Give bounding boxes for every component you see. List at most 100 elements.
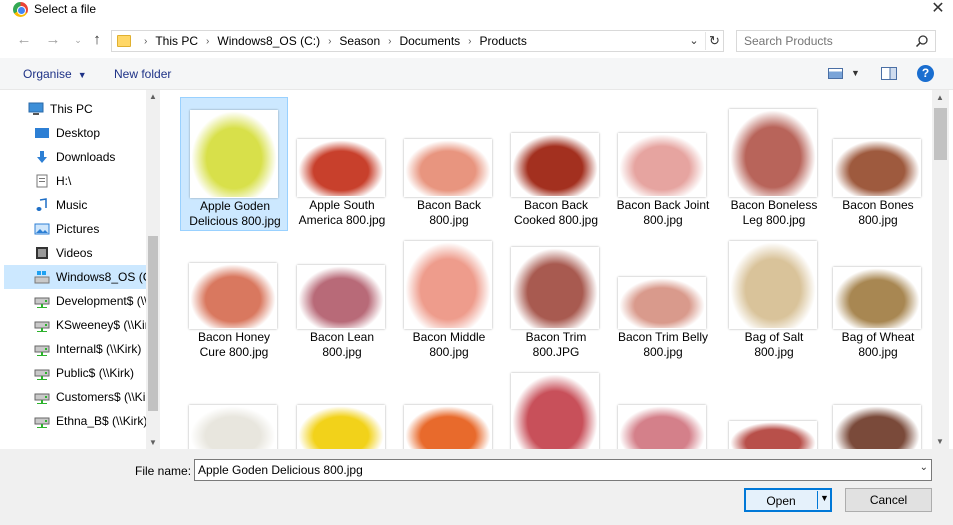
file-name-combobox[interactable]: ⌄ bbox=[194, 459, 932, 481]
sidebar-item[interactable]: This PC bbox=[4, 97, 146, 121]
file-item[interactable]: Bag of Salt 800.jpg bbox=[720, 229, 828, 363]
file-item[interactable]: Bacon Trim 800.JPG bbox=[502, 229, 610, 363]
sidebar-item[interactable]: Ethna_B$ (\\Kirk) bbox=[4, 409, 146, 433]
file-item[interactable]: Bacon Back Joint 800.jpg bbox=[609, 97, 717, 231]
sidebar-item[interactable]: Desktop bbox=[4, 121, 146, 145]
scroll-up-icon[interactable]: ▲ bbox=[149, 92, 157, 101]
image-thumbnail bbox=[189, 405, 277, 449]
search-input[interactable] bbox=[737, 31, 913, 51]
file-name-line: 800.jpg bbox=[322, 345, 362, 359]
sidebar-item[interactable]: Downloads bbox=[4, 145, 146, 169]
file-name-dropdown-icon[interactable]: ⌄ bbox=[920, 462, 928, 473]
scroll-up-icon[interactable]: ▲ bbox=[936, 93, 944, 102]
file-name-line: Bacon Back bbox=[416, 198, 482, 212]
sidebar-item[interactable]: Customers$ (\\Kirk) bbox=[4, 385, 146, 409]
file-name-line: Bacon Bones bbox=[842, 198, 914, 212]
address-bar[interactable]: › This PC › Windows8_OS (C:) › Season › Documen… bbox=[111, 30, 724, 52]
breadcrumb-separator-icon[interactable]: › bbox=[468, 36, 471, 47]
file-item[interactable]: Bacon Honey Cure 800.jpg bbox=[180, 229, 288, 363]
music-icon bbox=[36, 198, 47, 211]
sidebar-item[interactable]: Videos bbox=[4, 241, 146, 265]
file-list-scroll-thumb[interactable] bbox=[934, 108, 947, 160]
file-item[interactable] bbox=[609, 361, 717, 449]
breadcrumb-item[interactable]: Products bbox=[480, 34, 527, 48]
network-drive-icon bbox=[34, 321, 50, 332]
file-item[interactable]: Bacon Trim Belly 800.jpg bbox=[609, 229, 717, 363]
file-item[interactable] bbox=[502, 361, 610, 449]
breadcrumb-separator-icon[interactable]: › bbox=[206, 36, 209, 47]
search-box[interactable] bbox=[736, 30, 936, 52]
file-item[interactable]: Bacon Back 800.jpg bbox=[395, 97, 503, 231]
file-name-input[interactable] bbox=[195, 460, 910, 480]
breadcrumb-item[interactable]: This PC bbox=[155, 34, 198, 48]
file-item[interactable] bbox=[180, 361, 288, 449]
preview-pane-icon[interactable] bbox=[881, 67, 897, 80]
sidebar-item[interactable]: Internal$ (\\Kirk) bbox=[4, 337, 146, 361]
new-folder-button[interactable]: New folder bbox=[114, 67, 171, 81]
sidebar-item[interactable]: KSweeney$ (\\Kirk) bbox=[4, 313, 146, 337]
address-history-chevron-icon[interactable]: ⌄ bbox=[685, 32, 703, 50]
view-options-caret-icon[interactable]: ▼ bbox=[851, 68, 860, 78]
breadcrumb-item[interactable]: Documents bbox=[399, 34, 460, 48]
sidebar-item-label: H:\ bbox=[56, 174, 72, 188]
image-thumbnail bbox=[833, 267, 921, 329]
file-item[interactable] bbox=[395, 361, 503, 449]
downloads-icon bbox=[37, 151, 47, 163]
network-drive-icon bbox=[34, 369, 50, 380]
file-item[interactable]: Bacon Lean 800.jpg bbox=[288, 229, 396, 363]
file-item[interactable] bbox=[720, 361, 828, 449]
file-thumbnail-frame bbox=[724, 365, 822, 449]
file-item[interactable]: Bacon Back Cooked 800.jpg bbox=[502, 97, 610, 231]
change-view-icon[interactable] bbox=[828, 68, 843, 79]
organise-button[interactable]: Organise ▼ bbox=[23, 67, 87, 81]
navigation-pane: This PC Desktop Downloads H:\ Music Pictures V… bbox=[4, 90, 160, 449]
close-button[interactable]: ✕ bbox=[923, 0, 953, 20]
back-arrow-icon[interactable]: ← bbox=[14, 30, 34, 52]
breadcrumb-separator-icon[interactable]: › bbox=[388, 36, 391, 47]
file-thumbnail-frame bbox=[613, 101, 711, 197]
file-item[interactable] bbox=[824, 361, 932, 449]
open-button[interactable]: Open ▼ bbox=[744, 488, 832, 512]
open-button-label: Open bbox=[766, 494, 796, 508]
sidebar-item[interactable]: Windows8_OS (C:) bbox=[4, 265, 146, 289]
scroll-down-icon[interactable]: ▼ bbox=[149, 438, 157, 447]
image-thumbnail bbox=[618, 405, 706, 449]
refresh-icon[interactable]: ↻ bbox=[705, 32, 723, 50]
sidebar-item[interactable]: Development$ (\\Kirk) bbox=[4, 289, 146, 313]
file-list-scrollbar[interactable]: ▲ ▼ bbox=[932, 90, 949, 449]
help-icon[interactable]: ? bbox=[917, 65, 934, 82]
open-options-caret-icon[interactable]: ▼ bbox=[820, 493, 829, 503]
scroll-down-icon[interactable]: ▼ bbox=[936, 437, 944, 446]
file-name-label: Bacon Bones 800.jpg bbox=[826, 198, 930, 228]
file-item[interactable]: Apple Goden Delicious 800.jpg bbox=[180, 97, 288, 231]
sidebar-item[interactable]: Pictures bbox=[4, 217, 146, 241]
file-item[interactable]: Bacon Middle 800.jpg bbox=[395, 229, 503, 363]
breadcrumb-item[interactable]: Windows8_OS (C:) bbox=[217, 34, 320, 48]
sidebar-scroll-thumb[interactable] bbox=[148, 236, 158, 411]
sidebar-item[interactable]: Public$ (\\Kirk) bbox=[4, 361, 146, 385]
search-icon[interactable] bbox=[915, 34, 929, 48]
organise-label: Organise bbox=[23, 67, 72, 81]
file-item[interactable]: Bacon Boneless Leg 800.jpg bbox=[720, 97, 828, 231]
file-thumbnail-frame bbox=[292, 365, 390, 449]
file-item[interactable] bbox=[288, 361, 396, 449]
sidebar-item[interactable]: Music bbox=[4, 193, 146, 217]
sidebar-scrollbar[interactable]: ▲ ▼ bbox=[146, 90, 160, 449]
file-item[interactable]: Bacon Bones 800.jpg bbox=[824, 97, 932, 231]
file-name-label: Apple South America 800.jpg bbox=[290, 198, 394, 228]
file-item[interactable]: Bag of Wheat 800.jpg bbox=[824, 229, 932, 363]
forward-arrow-icon[interactable]: → bbox=[43, 30, 63, 52]
cancel-button[interactable]: Cancel bbox=[845, 488, 932, 512]
file-name-line: America 800.jpg bbox=[298, 213, 386, 227]
image-thumbnail bbox=[297, 405, 385, 449]
sidebar-item-label: Public$ (\\Kirk) bbox=[56, 366, 135, 380]
breadcrumb-separator-icon[interactable]: › bbox=[328, 36, 331, 47]
breadcrumb-separator-icon[interactable]: › bbox=[144, 36, 147, 47]
sidebar-item[interactable]: H:\ bbox=[4, 169, 146, 193]
file-item[interactable]: Apple South America 800.jpg bbox=[288, 97, 396, 231]
file-thumbnail-frame bbox=[184, 365, 282, 449]
up-arrow-icon[interactable]: ↑ bbox=[87, 30, 107, 52]
recent-locations-chevron-icon[interactable]: ⌄ bbox=[68, 30, 88, 52]
file-name-label: Bacon Trim Belly 800.jpg bbox=[611, 330, 715, 360]
breadcrumb-item[interactable]: Season bbox=[339, 34, 380, 48]
